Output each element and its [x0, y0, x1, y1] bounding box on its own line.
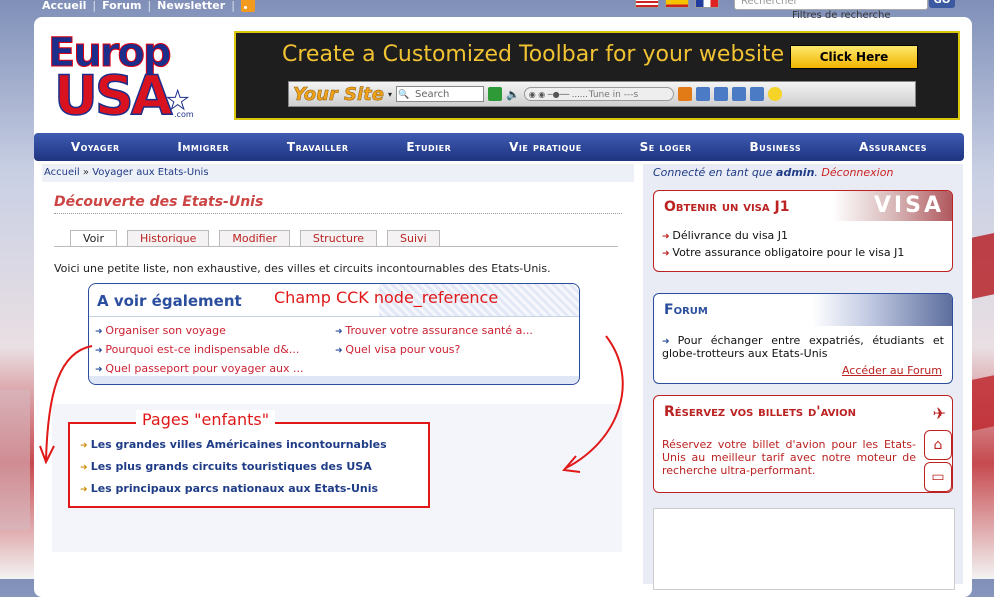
breadcrumb-home[interactable]: Accueil [44, 167, 80, 178]
tabs-baseline [54, 246, 618, 247]
child-pages-list: Les grandes villes Américaines incontour… [80, 438, 387, 504]
annotation-children: Pages "enfants" [136, 410, 276, 429]
people-icon [749, 87, 764, 101]
mail-icon [713, 87, 728, 101]
page-title: Découverte des Etats-Unis [54, 194, 264, 210]
separator: | [92, 0, 97, 12]
visa-link[interactable]: Délivrance du visa J1 [662, 229, 904, 246]
nav-item-assurances[interactable]: Assurances [859, 140, 927, 154]
username[interactable]: admin [776, 166, 814, 179]
nav-item-etudier[interactable]: Etudier [406, 140, 451, 154]
search-input[interactable]: Rechercher [734, 0, 928, 10]
annotation-cck: Champ CCK node_reference [274, 288, 499, 307]
intro-text: Voici une petite liste, non exhaustive, … [54, 262, 551, 275]
nav-item-travailler[interactable]: Travailler [287, 140, 349, 154]
child-page-link[interactable]: Les principaux parcs nationaux aux Etats… [80, 482, 387, 504]
forum-box: Forum Pour échanger entre expatriés, étu… [653, 293, 953, 384]
flights-box: Réservez vos billets d'avion ✈ Réservez … [653, 395, 953, 493]
top-nav: Accueil | Forum | Newsletter | [42, 0, 255, 13]
login-prefix: Connecté en tant que [653, 166, 777, 179]
separator: | [147, 0, 152, 12]
login-status: Connecté en tant que admin. Déconnexion [653, 166, 893, 179]
logo-text-com: .com [174, 110, 194, 119]
child-pages-box: Pages "enfants" Les grandes villes Améri… [68, 410, 430, 508]
main-nav: Voyager Immigrer Travailler Etudier Vie … [34, 133, 964, 161]
tab-historique[interactable]: Historique [126, 230, 210, 246]
toolbar-search-field: Search [396, 86, 484, 103]
top-link-newsletter[interactable]: Newsletter [157, 0, 225, 12]
forum-description: Pour échanger entre expatriés, étudiants… [662, 334, 944, 360]
airplane-icon[interactable]: ✈ [933, 404, 946, 423]
banner-click-here-button[interactable]: Click Here [790, 45, 918, 69]
child-page-link[interactable]: Les plus grands circuits touristiques de… [80, 460, 387, 482]
search-filter-link[interactable]: Filtres de recherche [792, 10, 891, 21]
see-also-footer [89, 376, 579, 384]
tab-structure[interactable]: Structure [299, 230, 378, 246]
flag-es-icon[interactable] [665, 0, 689, 8]
tab-modifier[interactable]: Modifier [219, 230, 290, 246]
flights-box-title[interactable]: Réservez vos billets d'avion [664, 404, 856, 420]
rss-icon [677, 87, 692, 101]
nav-item-business[interactable]: Business [749, 140, 801, 154]
tab-suivi[interactable]: Suivi [387, 230, 440, 246]
booking-icons: ⌂ ▭ [924, 430, 952, 492]
toolbar-banner-ad[interactable]: Create a Customized Toolbar for your web… [234, 31, 960, 120]
title-divider [54, 213, 622, 214]
forum-access-link[interactable]: Accéder au Forum [842, 364, 942, 377]
home-icon[interactable]: ⌂ [924, 430, 952, 460]
logout-link[interactable]: Déconnexion [821, 166, 893, 179]
speaker-icon: 🔈 [506, 87, 520, 101]
see-also-divider [89, 316, 579, 317]
search-go-button[interactable]: GO [929, 0, 955, 8]
forum-box-title[interactable]: Forum [664, 302, 708, 318]
toolbar-site-label: Your Site [293, 83, 384, 105]
visa-links: Délivrance du visa J1 Votre assurance ob… [662, 229, 904, 263]
breadcrumb-current[interactable]: Voyager aux Etats-Unis [92, 167, 208, 178]
visa-box: VISA Obtenir un visa J1 Délivrance du vi… [653, 190, 953, 272]
sidebar-empty-block [653, 508, 955, 590]
rss-icon[interactable] [240, 0, 255, 12]
see-also-link[interactable]: Quel visa pour vous? [335, 343, 533, 362]
top-link-home[interactable]: Accueil [42, 0, 86, 12]
tab-voir[interactable]: Voir [70, 230, 117, 246]
forum-image [812, 294, 952, 326]
see-also-list-right: Trouver votre assurance santé a... Quel … [335, 324, 533, 362]
flag-us-icon[interactable] [635, 0, 659, 8]
visa-link[interactable]: Votre assurance obligatoire pour le visa… [662, 246, 904, 263]
flights-description: Réservez votre billet d'avion pour les E… [662, 438, 916, 477]
top-link-forum[interactable]: Forum [102, 0, 141, 12]
see-also-link[interactable]: Organiser son voyage [95, 324, 304, 343]
see-also-link[interactable]: Pourquoi est-ce indispensable d&... [95, 343, 304, 362]
visa-box-title[interactable]: Obtenir un visa J1 [664, 199, 789, 215]
bookmark-icon [731, 87, 746, 101]
nav-item-se-loger[interactable]: Se loger [640, 140, 692, 154]
car-icon[interactable]: ▭ [924, 462, 952, 492]
breadcrumb: Accueil » Voyager aux Etats-Unis [44, 167, 209, 178]
breadcrumb-separator: » [79, 167, 93, 178]
nav-item-immigrer[interactable]: Immigrer [177, 140, 229, 154]
node-tabs: Voir Historique Modifier Structure Suivi [70, 230, 440, 246]
separator: | [231, 0, 235, 12]
dropdown-arrow-icon: ▾ [387, 89, 392, 99]
logo-text-usa: USA [53, 63, 173, 128]
visa-image: VISA [832, 191, 952, 221]
see-also-list-left: Organiser son voyage Pourquoi est-ce ind… [95, 324, 304, 381]
go-arrow-icon [488, 87, 502, 101]
sun-icon [767, 87, 782, 101]
site-logo[interactable]: Europ USA ★ .com [48, 30, 198, 128]
radio-player: Tune in ---s [523, 87, 674, 102]
tv-icon [695, 87, 710, 101]
forum-text-list: Pour échanger entre expatriés, étudiants… [662, 334, 944, 360]
nav-item-voyager[interactable]: Voyager [71, 140, 120, 154]
see-also-link[interactable]: Trouver votre assurance santé a... [335, 324, 532, 343]
banner-headline: Create a Customized Toolbar for your web… [282, 42, 785, 67]
language-flags [635, 0, 719, 8]
child-page-link[interactable]: Les grandes villes Américaines incontour… [80, 438, 387, 460]
see-also-title: A voir également [97, 292, 242, 310]
nav-item-vie-pratique[interactable]: Vie pratique [509, 140, 582, 154]
banner-toolbar-preview: Your Site ▾ Search 🔈 Tune in ---s [288, 81, 916, 107]
flag-fr-icon[interactable] [695, 0, 719, 8]
